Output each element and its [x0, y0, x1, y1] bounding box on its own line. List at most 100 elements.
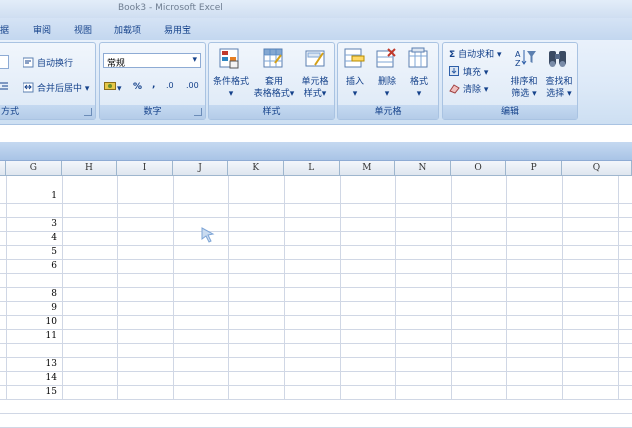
tab-data[interactable]: 据 — [0, 23, 9, 36]
delete-dropdown-icon: ▾ — [384, 89, 390, 99]
gridline-horizontal — [0, 231, 632, 232]
alignment-group-label: 方式 — [0, 105, 95, 119]
gridline-vertical — [61, 176, 63, 400]
fill-label: 填充 — [463, 68, 482, 78]
number-launcher-icon[interactable] — [194, 108, 202, 116]
cell-value[interactable]: 13 — [0, 359, 57, 369]
find-select-dropdown-icon: ▾ — [564, 89, 572, 99]
delete-label: 删除 — [377, 77, 396, 87]
column-header-h[interactable]: H — [61, 161, 118, 176]
column-header-j[interactable]: J — [172, 161, 229, 176]
mouse-cursor-icon — [201, 227, 215, 243]
format-dropdown-icon: ▾ — [416, 89, 422, 99]
number-group: 常规 ▾ ▾ % , .0 .00 数字 — [99, 42, 206, 120]
cell-value[interactable]: 4 — [0, 233, 57, 243]
binoculars-icon — [547, 47, 569, 71]
format-icon — [408, 47, 430, 71]
gridline-horizontal — [0, 245, 632, 246]
formula-bar[interactable] — [0, 124, 632, 143]
number-format-value: 常规 — [107, 59, 126, 69]
table-format-icon — [263, 47, 285, 71]
merge-center-icon — [23, 82, 34, 93]
alignment-launcher-icon[interactable] — [84, 108, 92, 116]
increase-decimal-button[interactable]: .0 — [166, 81, 174, 90]
gridline-vertical — [395, 176, 397, 400]
table-format-label-2: 表格格式 — [253, 89, 290, 99]
gridline-horizontal — [0, 315, 632, 316]
tab-review[interactable]: 审阅 — [33, 23, 51, 36]
cell-value[interactable]: 3 — [0, 219, 57, 229]
percent-button[interactable]: % — [133, 82, 142, 92]
decrease-decimal-button[interactable]: .00 — [186, 81, 199, 90]
cell-value[interactable]: 9 — [0, 303, 57, 313]
fill-button[interactable]: 填充 ▾ — [449, 65, 488, 78]
column-header-l[interactable]: L — [284, 161, 340, 176]
editing-group-label: 编辑 — [443, 105, 577, 119]
gridline-horizontal — [0, 259, 632, 260]
cell-value[interactable]: 6 — [0, 261, 57, 271]
ribbon-tabs: 据 审阅 视图 加载项 易用宝 — [0, 18, 632, 40]
styles-group-label: 样式 — [209, 105, 334, 119]
decrease-decimal-icon: .00 — [186, 81, 199, 90]
tab-yiyongbao[interactable]: 易用宝 — [164, 23, 191, 36]
find-select-label-2: 选择 — [546, 89, 565, 99]
format-button[interactable]: 格式 ▾ — [406, 76, 432, 100]
column-header-o[interactable]: O — [450, 161, 507, 176]
cell-style-button[interactable]: 单元格 样式▾ — [297, 76, 333, 100]
cell-value[interactable]: 14 — [0, 373, 57, 383]
table-format-button[interactable]: 套用表格格式▾ — [251, 76, 297, 100]
table-format-label-1: 套用 — [264, 77, 283, 87]
chevron-down-icon: ▾ — [192, 55, 197, 65]
wrap-text-button[interactable]: 自动换行 — [23, 56, 73, 69]
wrap-text-label: 自动换行 — [37, 59, 74, 69]
column-header-g[interactable]: G — [6, 161, 62, 176]
delete-icon — [376, 47, 398, 71]
column-header-k[interactable]: K — [228, 161, 284, 176]
gridline-vertical — [562, 176, 563, 400]
column-header-i[interactable]: I — [117, 161, 173, 176]
number-format-select[interactable]: 常规 ▾ — [103, 53, 201, 69]
clear-button[interactable]: 清除 ▾ — [449, 82, 488, 95]
gridline-horizontal — [0, 203, 632, 204]
sort-filter-dropdown-icon: ▾ — [529, 89, 537, 99]
align-right-button[interactable] — [0, 81, 9, 92]
cell-value[interactable]: 1 — [0, 191, 57, 201]
tab-addins[interactable]: 加载项 — [114, 23, 141, 36]
currency-icon — [104, 82, 116, 90]
merge-center-label: 合并后居中 — [37, 84, 83, 94]
styles-group: 条件格式 ▾ 套用 表格格式▾ 单元格 样式▾ 样式 — [208, 42, 335, 120]
column-header-q[interactable]: Q — [562, 161, 632, 176]
gridline-vertical — [617, 176, 619, 400]
table-format-dropdown-icon: ▾ — [289, 89, 295, 99]
formula-bar-strip — [0, 142, 632, 161]
column-header-n[interactable]: N — [395, 161, 451, 176]
column-header-p[interactable]: P — [506, 161, 562, 176]
alignment-group: 自动换行 合并后居中 ▾ 方式 — [0, 42, 96, 120]
cells-group-label: 单元格 — [338, 105, 438, 119]
autosum-button[interactable]: Σ 自动求和 ▾ — [449, 47, 502, 60]
comma-button[interactable]: , — [152, 80, 155, 90]
cell-style-label-2: 样式 — [303, 89, 322, 99]
sort-filter-button[interactable]: 排序和 筛选 ▾ — [507, 76, 541, 100]
cell-value[interactable]: 11 — [0, 331, 57, 341]
conditional-format-button[interactable]: 条件格式 ▾ — [211, 76, 251, 100]
fill-dropdown-icon: ▾ — [481, 68, 489, 78]
gridline-vertical — [506, 176, 508, 400]
cell-value[interactable]: 10 — [0, 317, 57, 327]
tab-view[interactable]: 视图 — [74, 23, 92, 36]
delete-button[interactable]: 删除 ▾ — [374, 76, 400, 100]
merge-center-button[interactable]: 合并后居中 ▾ — [23, 81, 89, 94]
column-header-m[interactable]: M — [339, 161, 396, 176]
autosum-dropdown-icon: ▾ — [494, 50, 502, 60]
merge-dropdown-icon[interactable]: ▾ — [85, 84, 90, 94]
cell-style-dropdown-icon: ▾ — [321, 89, 327, 99]
currency-button[interactable]: ▾ — [104, 81, 122, 94]
find-select-button[interactable]: 查找和 选择 ▾ — [541, 76, 577, 100]
cell-value[interactable]: 15 — [0, 387, 57, 397]
insert-button[interactable]: 插入 ▾ — [342, 76, 368, 100]
indent-button[interactable] — [0, 55, 9, 69]
cell-value[interactable]: 5 — [0, 247, 57, 257]
cell-value[interactable]: 8 — [0, 289, 57, 299]
autosum-label: 自动求和 — [458, 50, 495, 60]
currency-dropdown-icon: ▾ — [117, 84, 122, 94]
